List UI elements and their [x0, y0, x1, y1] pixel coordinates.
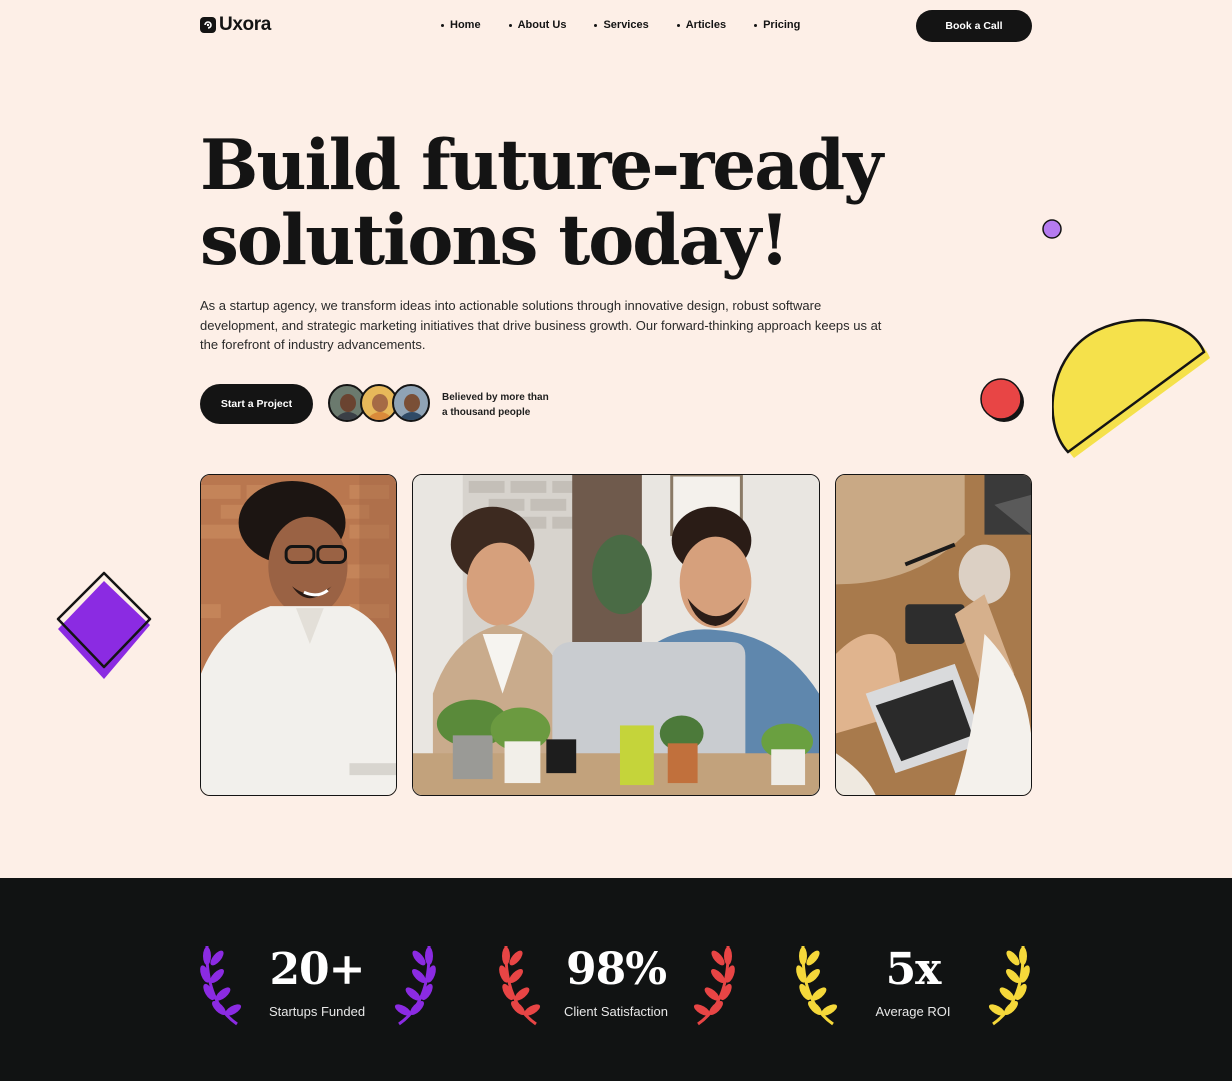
book-a-call-button[interactable]: Book a Call [916, 10, 1032, 42]
hero-title-line-2: solutions today! [200, 200, 790, 281]
stat-label: Average ROI [875, 1004, 951, 1019]
stat-startups-funded: 20+ Startups Funded [197, 938, 437, 1028]
trust-line-2: a thousand people [442, 407, 531, 418]
nav-item-label: Services [603, 19, 649, 31]
trust-statement: Believed by more than a thousand people [442, 390, 549, 420]
main-menu: Home About Us Services Articles Pricing [441, 19, 828, 31]
stat-average-roi: 5x Average ROI [793, 938, 1033, 1028]
logo-mark-icon [200, 17, 216, 33]
bullet-icon [441, 23, 444, 27]
photo-two-men-laptop [412, 474, 820, 796]
photo-smiling-man [200, 474, 397, 796]
photo-hands-on-laptop [835, 474, 1032, 796]
nav-item-services[interactable]: Services [594, 19, 649, 31]
nav-item-about-us[interactable]: About Us [508, 19, 567, 31]
red-dot-icon [980, 378, 1024, 422]
nav-item-articles[interactable]: Articles [676, 19, 727, 31]
bullet-icon [676, 23, 680, 27]
hero-title: Build future-ready solutions today! [200, 128, 920, 278]
nav-item-label: About Us [517, 19, 567, 31]
stats-section: 20+ Startups Funded 98% Client Satisfact… [0, 878, 1232, 1081]
top-navigation: Uxora Home About Us Services Articles Pr… [200, 10, 1032, 42]
start-project-button[interactable]: Start a Project [200, 384, 313, 424]
hero-description: As a startup agency, we transform ideas … [200, 298, 882, 352]
stat-value: 20+ [269, 944, 365, 995]
yellow-half-circle-icon [1052, 318, 1210, 458]
stat-label: Client Satisfaction [563, 1004, 669, 1019]
small-lilac-dot-icon [1042, 219, 1062, 239]
nav-item-label: Pricing [763, 19, 801, 31]
nav-item-label: Home [450, 19, 481, 31]
stat-client-satisfaction: 98% Client Satisfaction [496, 938, 736, 1028]
trust-line-1: Believed by more than [442, 392, 549, 403]
stat-value: 98% [565, 944, 667, 995]
bullet-icon [508, 23, 512, 27]
hero-title-line-1: Build future-ready [200, 125, 883, 206]
bullet-icon [754, 23, 758, 27]
nav-item-label: Articles [685, 19, 727, 31]
brand-logo[interactable]: Uxora [200, 14, 271, 36]
purple-diamond-icon [56, 571, 152, 679]
stat-value: 5x [885, 944, 942, 995]
avatar [392, 384, 430, 422]
avatar-group [328, 384, 430, 424]
bullet-icon [594, 23, 598, 27]
nav-item-home[interactable]: Home [441, 19, 481, 31]
stat-label: Startups Funded [268, 1004, 366, 1019]
nav-item-pricing[interactable]: Pricing [754, 19, 800, 31]
brand-name: Uxora [219, 14, 271, 35]
